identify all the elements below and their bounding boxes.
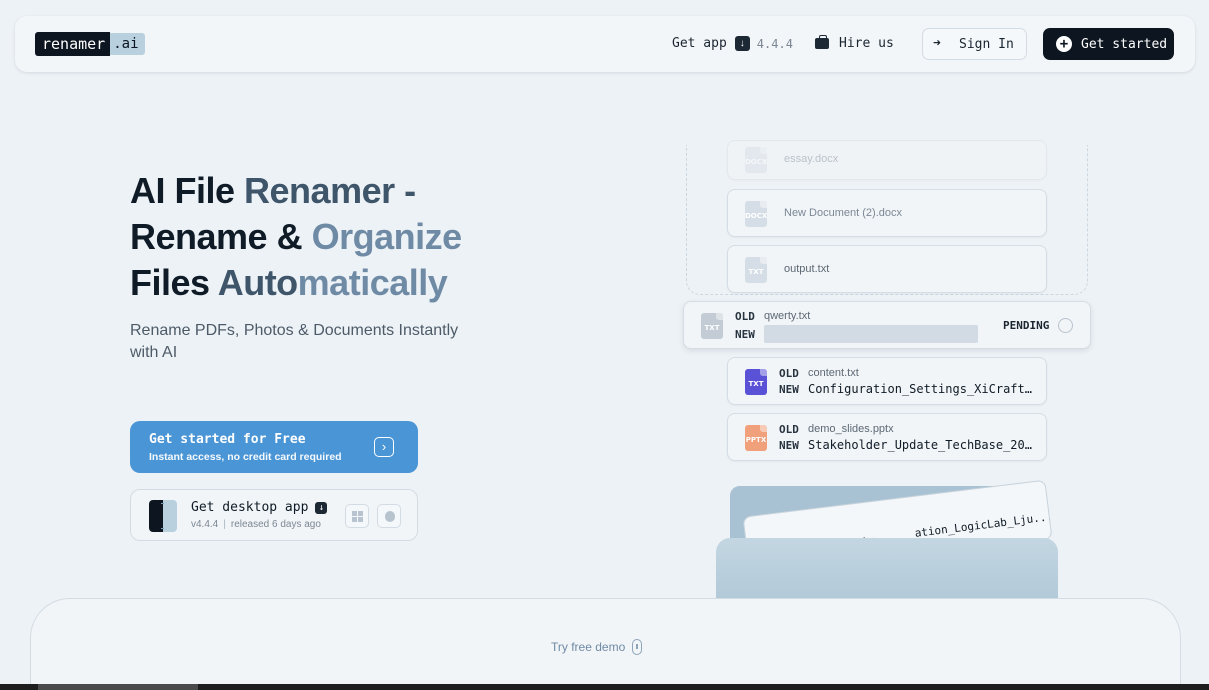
renamed-file-card: PPTX OLD demo_slides.pptx NEW Stakeholde…: [727, 413, 1047, 461]
desktop-app-version: v4.4.4: [191, 519, 219, 530]
try-demo-link[interactable]: Try free demo: [551, 639, 643, 655]
windows-icon: [352, 511, 363, 522]
get-started-label: Get started: [1081, 36, 1168, 52]
app-version: 4.4.4: [756, 36, 793, 51]
sign-in-label: Sign In: [959, 36, 1014, 52]
new-file-name: Configuration_Settings_XiCraft_2022-11..…: [808, 382, 1038, 396]
chevron-right-icon: ›: [374, 437, 394, 457]
cta-title: Get started for Free: [149, 432, 306, 447]
old-file-name: demo_slides.pptx: [808, 423, 894, 435]
old-label: OLD: [779, 423, 799, 436]
hero-title-part: Auto: [217, 262, 298, 303]
apple-icon: [385, 511, 395, 522]
queued-file-card: DOCX New Document (2).docx: [727, 189, 1047, 237]
get-started-free-button[interactable]: Get started for Free Instant access, no …: [130, 421, 418, 473]
desktop-app-title: Get desktop app ↓: [191, 500, 334, 515]
windows-download-button[interactable]: [345, 504, 369, 528]
status-pending: PENDING: [1003, 319, 1050, 332]
top-navbar: renamer .ai Get app ↓ 4.4.4 Hire us ➜ Si…: [15, 16, 1195, 72]
download-icon: ↓: [734, 36, 750, 51]
mouse-scroll-icon: [632, 639, 643, 655]
demo-panel: Try free demo: [30, 598, 1181, 690]
renamed-file-card: TXT OLD content.txt NEW Configuration_Se…: [727, 357, 1047, 405]
old-label: OLD: [735, 310, 755, 323]
get-started-button[interactable]: + Get started: [1043, 28, 1174, 60]
file-name: essay.docx: [784, 153, 839, 165]
briefcase-icon: [815, 35, 829, 49]
desktop-app-title-text: Get desktop app: [191, 500, 309, 515]
new-label: NEW: [735, 328, 755, 341]
logo[interactable]: renamer .ai: [35, 32, 145, 56]
old-label: OLD: [779, 367, 799, 380]
cta-subtitle: Instant access, no credit card required: [149, 451, 342, 463]
macos-download-button[interactable]: [377, 504, 401, 528]
plus-icon: +: [1056, 36, 1072, 52]
old-file-name: qwerty.txt: [764, 310, 811, 322]
hero-subtitle: Rename PDFs, Photos & Documents Instantl…: [130, 322, 459, 361]
old-file-name: content.txt: [808, 367, 859, 379]
loading-spinner-icon: [1058, 318, 1073, 333]
docx-file-icon: DOCX: [745, 147, 767, 173]
scrollbar-thumb[interactable]: [38, 684, 198, 690]
new-label: NEW: [779, 383, 799, 396]
hero-title-part: Renamer -: [244, 170, 416, 211]
folder-icon: [716, 538, 1058, 600]
docx-file-icon: DOCX: [745, 201, 767, 227]
txt-file-icon: TXT: [745, 369, 767, 395]
get-app-link[interactable]: Get app ↓ 4.4.4: [672, 36, 793, 51]
new-name-loading-bar: [764, 325, 978, 343]
window-scrollbar[interactable]: [0, 684, 1209, 690]
processing-file-card: TXT OLD qwerty.txt NEW PENDING: [683, 301, 1091, 349]
arrow-right-icon: ➜: [933, 36, 941, 51]
hire-us-label: Hire us: [839, 36, 894, 51]
hire-us-link[interactable]: Hire us: [815, 35, 894, 51]
desktop-app-release-date: released 6 days ago: [230, 519, 321, 530]
hero-title-part: AI File: [130, 170, 245, 211]
renamer-app-icon: [149, 500, 177, 532]
logo-extension-text: .ai: [110, 33, 145, 55]
file-name: New Document (2).docx: [784, 207, 902, 219]
sign-in-button[interactable]: ➜ Sign In: [922, 28, 1027, 60]
desktop-app-meta: v4.4.4 | released 6 days ago: [191, 519, 321, 530]
download-icon: ↓: [315, 501, 328, 514]
try-demo-label: Try free demo: [551, 640, 626, 654]
txt-file-icon: TXT: [701, 313, 723, 339]
pptx-file-icon: PPTX: [745, 425, 767, 451]
logo-main-text: renamer: [35, 32, 110, 56]
new-file-name: Stakeholder_Update_TechBase_2023-0...: [808, 438, 1038, 452]
queued-file-card: DOCX essay.docx: [727, 140, 1047, 180]
hero-title-part: matically: [297, 262, 448, 303]
desktop-app-card[interactable]: Get desktop app ↓ v4.4.4 | released 6 days…: [130, 489, 418, 541]
hero-title-part: Rename &: [130, 216, 312, 257]
folder-file-name-right: ation_LogicLab_Lju...: [913, 510, 1053, 540]
hero-title: AI File Renamer - Rename & Organize File…: [130, 168, 550, 306]
file-name: output.txt: [784, 263, 830, 275]
queued-file-card: TXT output.txt: [727, 245, 1047, 293]
folder-tab: [730, 486, 830, 510]
hero-title-part: Organize: [311, 216, 463, 257]
txt-file-icon: TXT: [745, 257, 767, 283]
hero-title-part: Files: [130, 262, 218, 303]
new-label: NEW: [779, 439, 799, 452]
get-app-label: Get app: [672, 36, 727, 51]
